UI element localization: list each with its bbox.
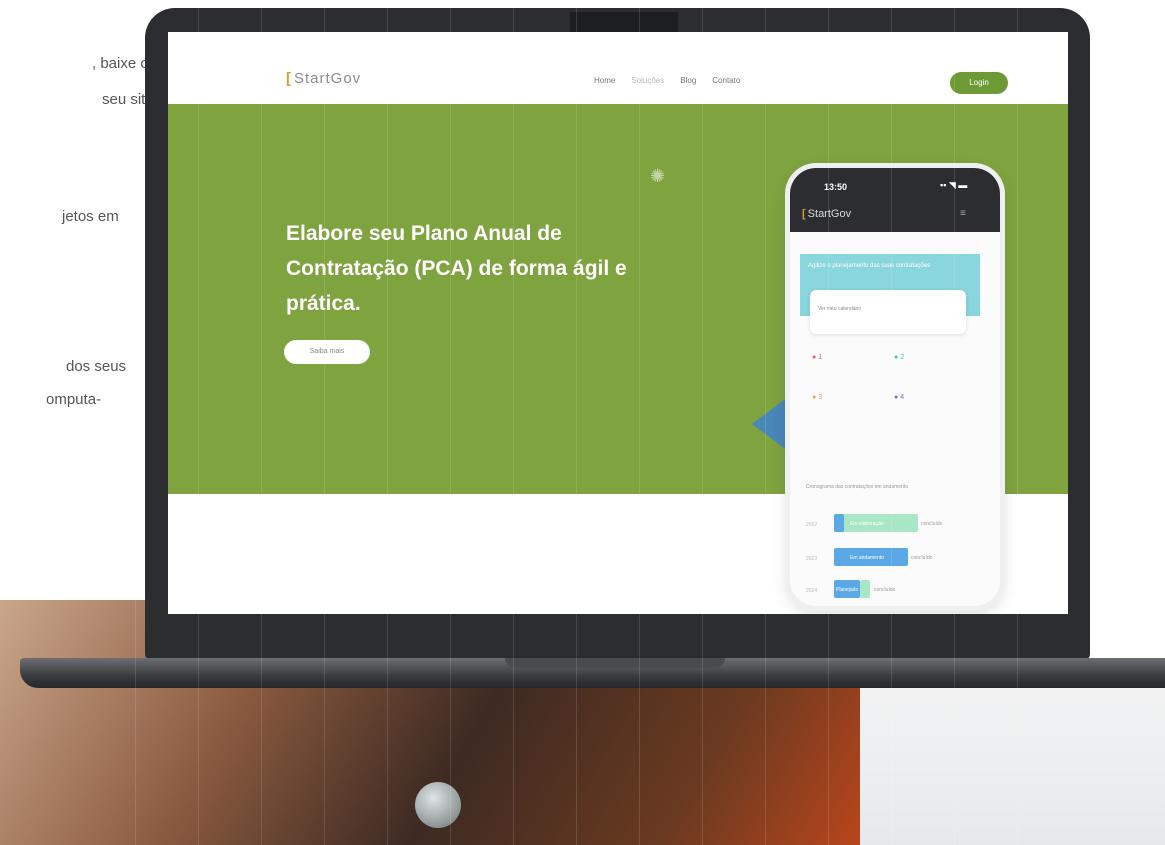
background-text-line-5: omputa- [46, 391, 102, 408]
phone-logo: [StartGov [802, 208, 851, 220]
bar-note: concluído [911, 555, 933, 561]
grid-line [135, 0, 136, 845]
stat-value: 3 [818, 394, 823, 401]
bar-label: Planejado [836, 587, 859, 593]
grid-line [1017, 0, 1018, 845]
background-text-line-4: dos seus [66, 358, 127, 375]
menu-icon[interactable]: ≡ [960, 208, 966, 219]
grid-line [261, 0, 262, 845]
decorative-blue-shape [752, 394, 792, 454]
grid-line [639, 0, 640, 845]
grid-line [891, 0, 892, 845]
grid-line [954, 0, 955, 845]
phone-card-text: Ver meu calendário [818, 306, 862, 312]
grid-line [828, 0, 829, 845]
site-header: [StartGov Home Soluções Blog Contato Log… [168, 32, 1068, 104]
grid-line [765, 0, 766, 845]
stat-value: 2 [900, 354, 905, 361]
bar-year: 2024 [806, 588, 818, 594]
bar-year: 2023 [806, 556, 818, 562]
hero-title: Elabore seu Plano Anual de Contratação (… [286, 222, 627, 315]
site-logo-text: StartGov [294, 70, 362, 87]
phone-card[interactable] [810, 290, 966, 334]
stat-item: ● 3 [812, 394, 823, 401]
hero-cta-button[interactable]: Saiba mais [284, 340, 370, 364]
bar-year: 2022 [806, 522, 818, 528]
phone-app-header: 13:50 ▪▪ ◥ ▬ [StartGov ≡ [790, 168, 1000, 232]
phone-chart-title: Cronograma das contratações em andamento [806, 484, 909, 490]
decorative-sphere [415, 782, 461, 828]
background-text-line-1: , baixe o [92, 55, 149, 72]
phone-app-body: Agilize o planejamento das suas contrata… [790, 232, 1000, 606]
bar-note: concluído [874, 587, 896, 593]
phone-banner-text: Agilize o planejamento das suas contrata… [808, 263, 931, 269]
nav-item-contato[interactable]: Contato [712, 76, 740, 85]
login-button[interactable]: Login [950, 72, 1008, 94]
grid-line [576, 0, 577, 845]
grid-line [450, 0, 451, 845]
stat-value: 4 [900, 394, 905, 401]
laptop-screen: [StartGov Home Soluções Blog Contato Log… [168, 32, 1068, 614]
stat-item: ● 2 [894, 354, 905, 361]
background-text-line-3: jetos em [62, 208, 119, 225]
bar-segment [860, 580, 870, 598]
bar-label: Em andamento [850, 555, 884, 561]
grid-line [387, 0, 388, 845]
sparkle-icon: ✺ [650, 166, 666, 186]
stat-value: 1 [818, 354, 823, 361]
stat-item: ● 1 [812, 354, 823, 361]
nav-item-solucoes[interactable]: Soluções [631, 76, 664, 85]
stat-item: ● 4 [894, 394, 905, 401]
laptop-base-lip [505, 658, 725, 668]
bar-segment [834, 514, 844, 532]
nav-item-blog[interactable]: Blog [680, 76, 696, 85]
site-nav: Home Soluções Blog Contato [594, 76, 740, 85]
phone-logo-text: StartGov [807, 208, 852, 220]
bar-label: Em elaboração [850, 521, 884, 527]
phone-mockup: 13:50 ▪▪ ◥ ▬ [StartGov ≡ Agilize o plane… [790, 168, 1000, 606]
logo-bracket-icon: [ [286, 70, 292, 87]
grid-line [702, 0, 703, 845]
grid-line [513, 0, 514, 845]
bar-note: concluído [921, 521, 943, 527]
nav-item-home[interactable]: Home [594, 76, 615, 85]
grid-line [324, 0, 325, 845]
white-surface [860, 680, 1165, 845]
phone-logo-bracket-icon: [ [802, 208, 806, 220]
grid-line [198, 0, 199, 845]
